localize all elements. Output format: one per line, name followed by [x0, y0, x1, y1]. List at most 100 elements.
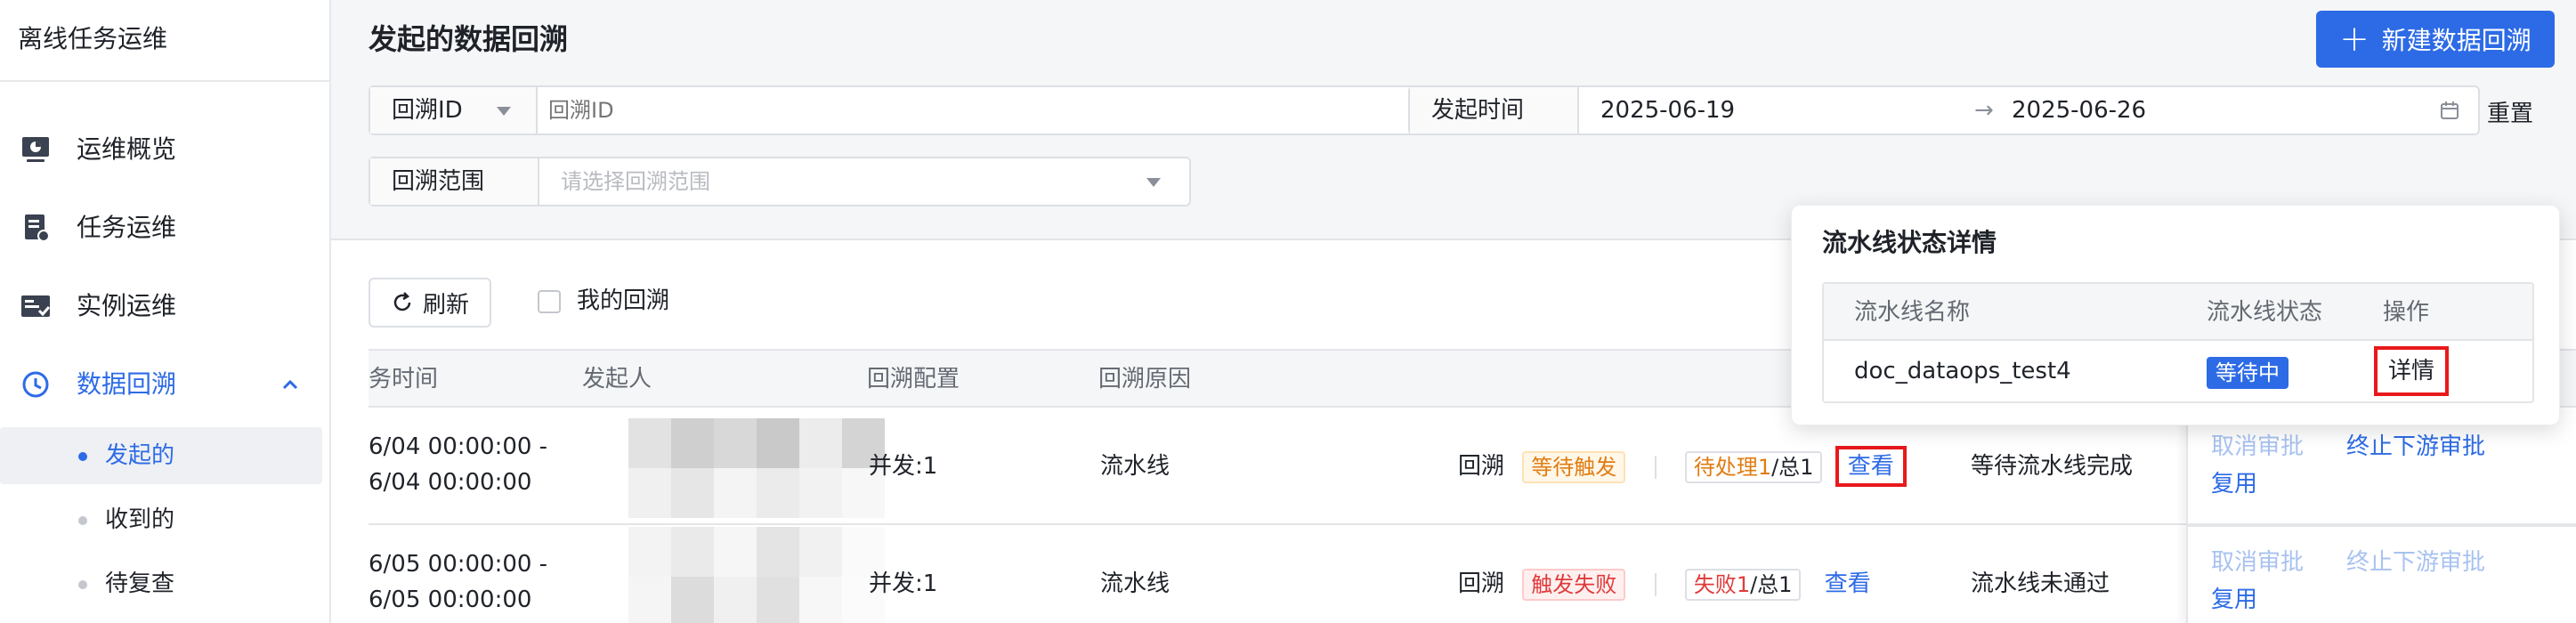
- end-date[interactable]: 2025-06-26: [2012, 87, 2146, 134]
- new-backfill-label: 新建数据回溯: [2381, 26, 2531, 55]
- task-icon: [25, 214, 50, 242]
- reuse-button[interactable]: 复用: [2211, 466, 2257, 502]
- time-range-start: 6/05 00:00:00 -: [369, 551, 548, 578]
- refresh-label: 刷新: [422, 291, 469, 319]
- view-pipeline-link[interactable]: 查看: [1835, 446, 1907, 487]
- my-backfill-checkbox[interactable]: [538, 290, 561, 313]
- initiator-avatar-blurred: [628, 527, 895, 623]
- pipeline-status-badge: 等待中: [2207, 357, 2288, 389]
- trigger-status: 回溯 触发失败 失败1/总1 查看: [1458, 566, 1871, 602]
- time-range-end: 6/05 00:00:00: [369, 587, 532, 613]
- calendar-icon[interactable]: [2439, 100, 2460, 121]
- reset-button[interactable]: 重置: [2487, 96, 2533, 132]
- sidebar-subitem-label: 发起的: [105, 442, 175, 469]
- new-backfill-button[interactable]: + 新建数据回溯: [2316, 11, 2555, 68]
- backfill-reason: 流水线: [1100, 570, 1171, 597]
- range-select-placeholder: 请选择回溯范围: [561, 169, 710, 194]
- sidebar-item-task-ops[interactable]: 任务运维: [0, 196, 329, 260]
- progress-count: 1: [1736, 571, 1751, 597]
- instance-icon: [21, 295, 51, 317]
- sidebar-subitem-received[interactable]: 收到的: [0, 491, 322, 548]
- sidebar-subitem-pending-review[interactable]: 待复查: [0, 555, 322, 612]
- backfill-config: 并发:1: [869, 453, 938, 480]
- my-backfill-label[interactable]: 我的回溯: [577, 283, 669, 319]
- clock-icon: [22, 371, 49, 398]
- column-header-pipeline-status: 流水线状态: [2207, 299, 2323, 326]
- page-title: 发起的数据回溯: [369, 22, 569, 56]
- column-header-pipeline-name: 流水线名称: [1854, 299, 1971, 326]
- row-divider: [2188, 525, 2576, 527]
- time-range-end: 6/04 00:00:00: [369, 469, 532, 496]
- popover-title: 流水线状态详情: [1822, 228, 1997, 257]
- cancel-approval-button[interactable]: 取消审批: [2211, 545, 2304, 580]
- column-header-action: 操作: [2383, 299, 2430, 326]
- trigger-prefix: 回溯: [1458, 453, 1505, 480]
- main-content: 发起的数据回溯 + 新建数据回溯 回溯ID 发起时间 2025-06-19 → …: [331, 0, 2576, 623]
- date-range-arrow-icon: →: [1974, 97, 1994, 124]
- backfill-config: 并发:1: [869, 570, 938, 597]
- progress-badge: 待处理1/总1: [1684, 450, 1823, 483]
- pipeline-status-table: 流水线名称 流水线状态 操作 doc_dataops_test4 等待中 详情: [1822, 282, 2534, 403]
- sidebar-item-overview[interactable]: 运维概览: [0, 117, 329, 182]
- reuse-button[interactable]: 复用: [2211, 582, 2257, 618]
- bullet-dot: [78, 452, 87, 461]
- sidebar: 离线任务运维 运维概览 任务运维 实例运维 数据回溯 发起的 收到的 待复查: [0, 0, 331, 623]
- refresh-icon: [393, 292, 411, 312]
- pipeline-table-header: 流水线名称 流水线状态 操作: [1824, 284, 2532, 341]
- id-filter-label: 回溯ID: [392, 97, 463, 124]
- stop-downstream-approval-button[interactable]: 终止下游审批: [2346, 429, 2485, 465]
- column-header-reason: 回溯原因: [1098, 366, 1192, 392]
- progress-badge: 失败1/总1: [1684, 568, 1802, 601]
- bullet-dot: [78, 516, 87, 525]
- cancel-approval-button[interactable]: 取消审批: [2211, 429, 2304, 465]
- pipeline-detail-link[interactable]: 详情: [2373, 346, 2450, 396]
- caret-down-icon: [1146, 178, 1161, 187]
- id-filter-type-select[interactable]: 回溯ID: [370, 87, 538, 134]
- refresh-button[interactable]: 刷新: [369, 278, 491, 328]
- sidebar-divider: [0, 80, 329, 82]
- start-date[interactable]: 2025-06-19: [1600, 87, 1735, 134]
- trigger-status: 回溯 等待触发 待处理1/总1 查看: [1458, 446, 1907, 487]
- sidebar-subitem-label: 收到的: [105, 506, 175, 533]
- sidebar-item-data-backfill[interactable]: 数据回溯: [0, 352, 329, 417]
- sidebar-subitem-label: 待复查: [105, 570, 175, 597]
- backfill-reason: 流水线: [1100, 453, 1171, 480]
- plus-icon: +: [2339, 19, 2369, 60]
- column-header-initiator: 发起人: [582, 366, 652, 392]
- bullet-dot: [78, 580, 87, 589]
- view-pipeline-link[interactable]: 查看: [1825, 570, 1871, 597]
- stop-downstream-approval-button[interactable]: 终止下游审批: [2346, 545, 2485, 580]
- divider: [1654, 455, 1657, 479]
- range-filter-label: 回溯范围: [370, 158, 539, 205]
- progress-total: /总1: [1750, 571, 1793, 597]
- column-header-config: 回溯配置: [867, 366, 960, 392]
- backfill-range-filter[interactable]: 回溯范围 请选择回溯范围: [369, 157, 1191, 206]
- sidebar-item-label: 运维概览: [77, 134, 177, 164]
- sidebar-item-label: 数据回溯: [77, 369, 177, 399]
- sidebar-item-label: 实例运维: [77, 291, 177, 320]
- progress-label: 待处理: [1693, 454, 1758, 480]
- initiated-time-filter[interactable]: 发起时间 2025-06-19 → 2025-06-26: [1408, 85, 2480, 135]
- sidebar-subitem-initiated[interactable]: 发起的: [0, 427, 322, 484]
- sidebar-item-instance-ops[interactable]: 实例运维: [0, 274, 329, 338]
- chevron-up-icon[interactable]: [278, 372, 303, 397]
- progress-total: /总1: [1771, 454, 1814, 480]
- pipeline-name: doc_dataops_test4: [1854, 358, 2071, 384]
- dashboard-icon: [22, 137, 49, 162]
- time-filter-label: 发起时间: [1410, 87, 1579, 134]
- app-title: 离线任务运维: [18, 24, 168, 53]
- initiator-avatar-blurred: [628, 418, 895, 518]
- status-badge-failed: 触发失败: [1522, 568, 1626, 601]
- caret-down-icon: [497, 107, 511, 116]
- sidebar-item-label: 任务运维: [77, 213, 177, 242]
- time-range-start: 6/04 00:00:00 -: [369, 433, 548, 460]
- progress-label: 失败: [1693, 571, 1737, 597]
- pipeline-status-popover: 流水线状态详情 流水线名称 流水线状态 操作 doc_dataops_test4…: [1791, 205, 2560, 425]
- pipeline-status-text: 等待流水线完成: [1971, 453, 2134, 480]
- column-header-time: 务时间: [369, 366, 439, 392]
- trigger-prefix: 回溯: [1458, 570, 1505, 597]
- divider: [1654, 572, 1657, 596]
- progress-count: 1: [1757, 454, 1772, 480]
- status-badge-waiting: 等待触发: [1522, 450, 1626, 483]
- pipeline-status-text: 流水线未通过: [1971, 570, 2110, 597]
